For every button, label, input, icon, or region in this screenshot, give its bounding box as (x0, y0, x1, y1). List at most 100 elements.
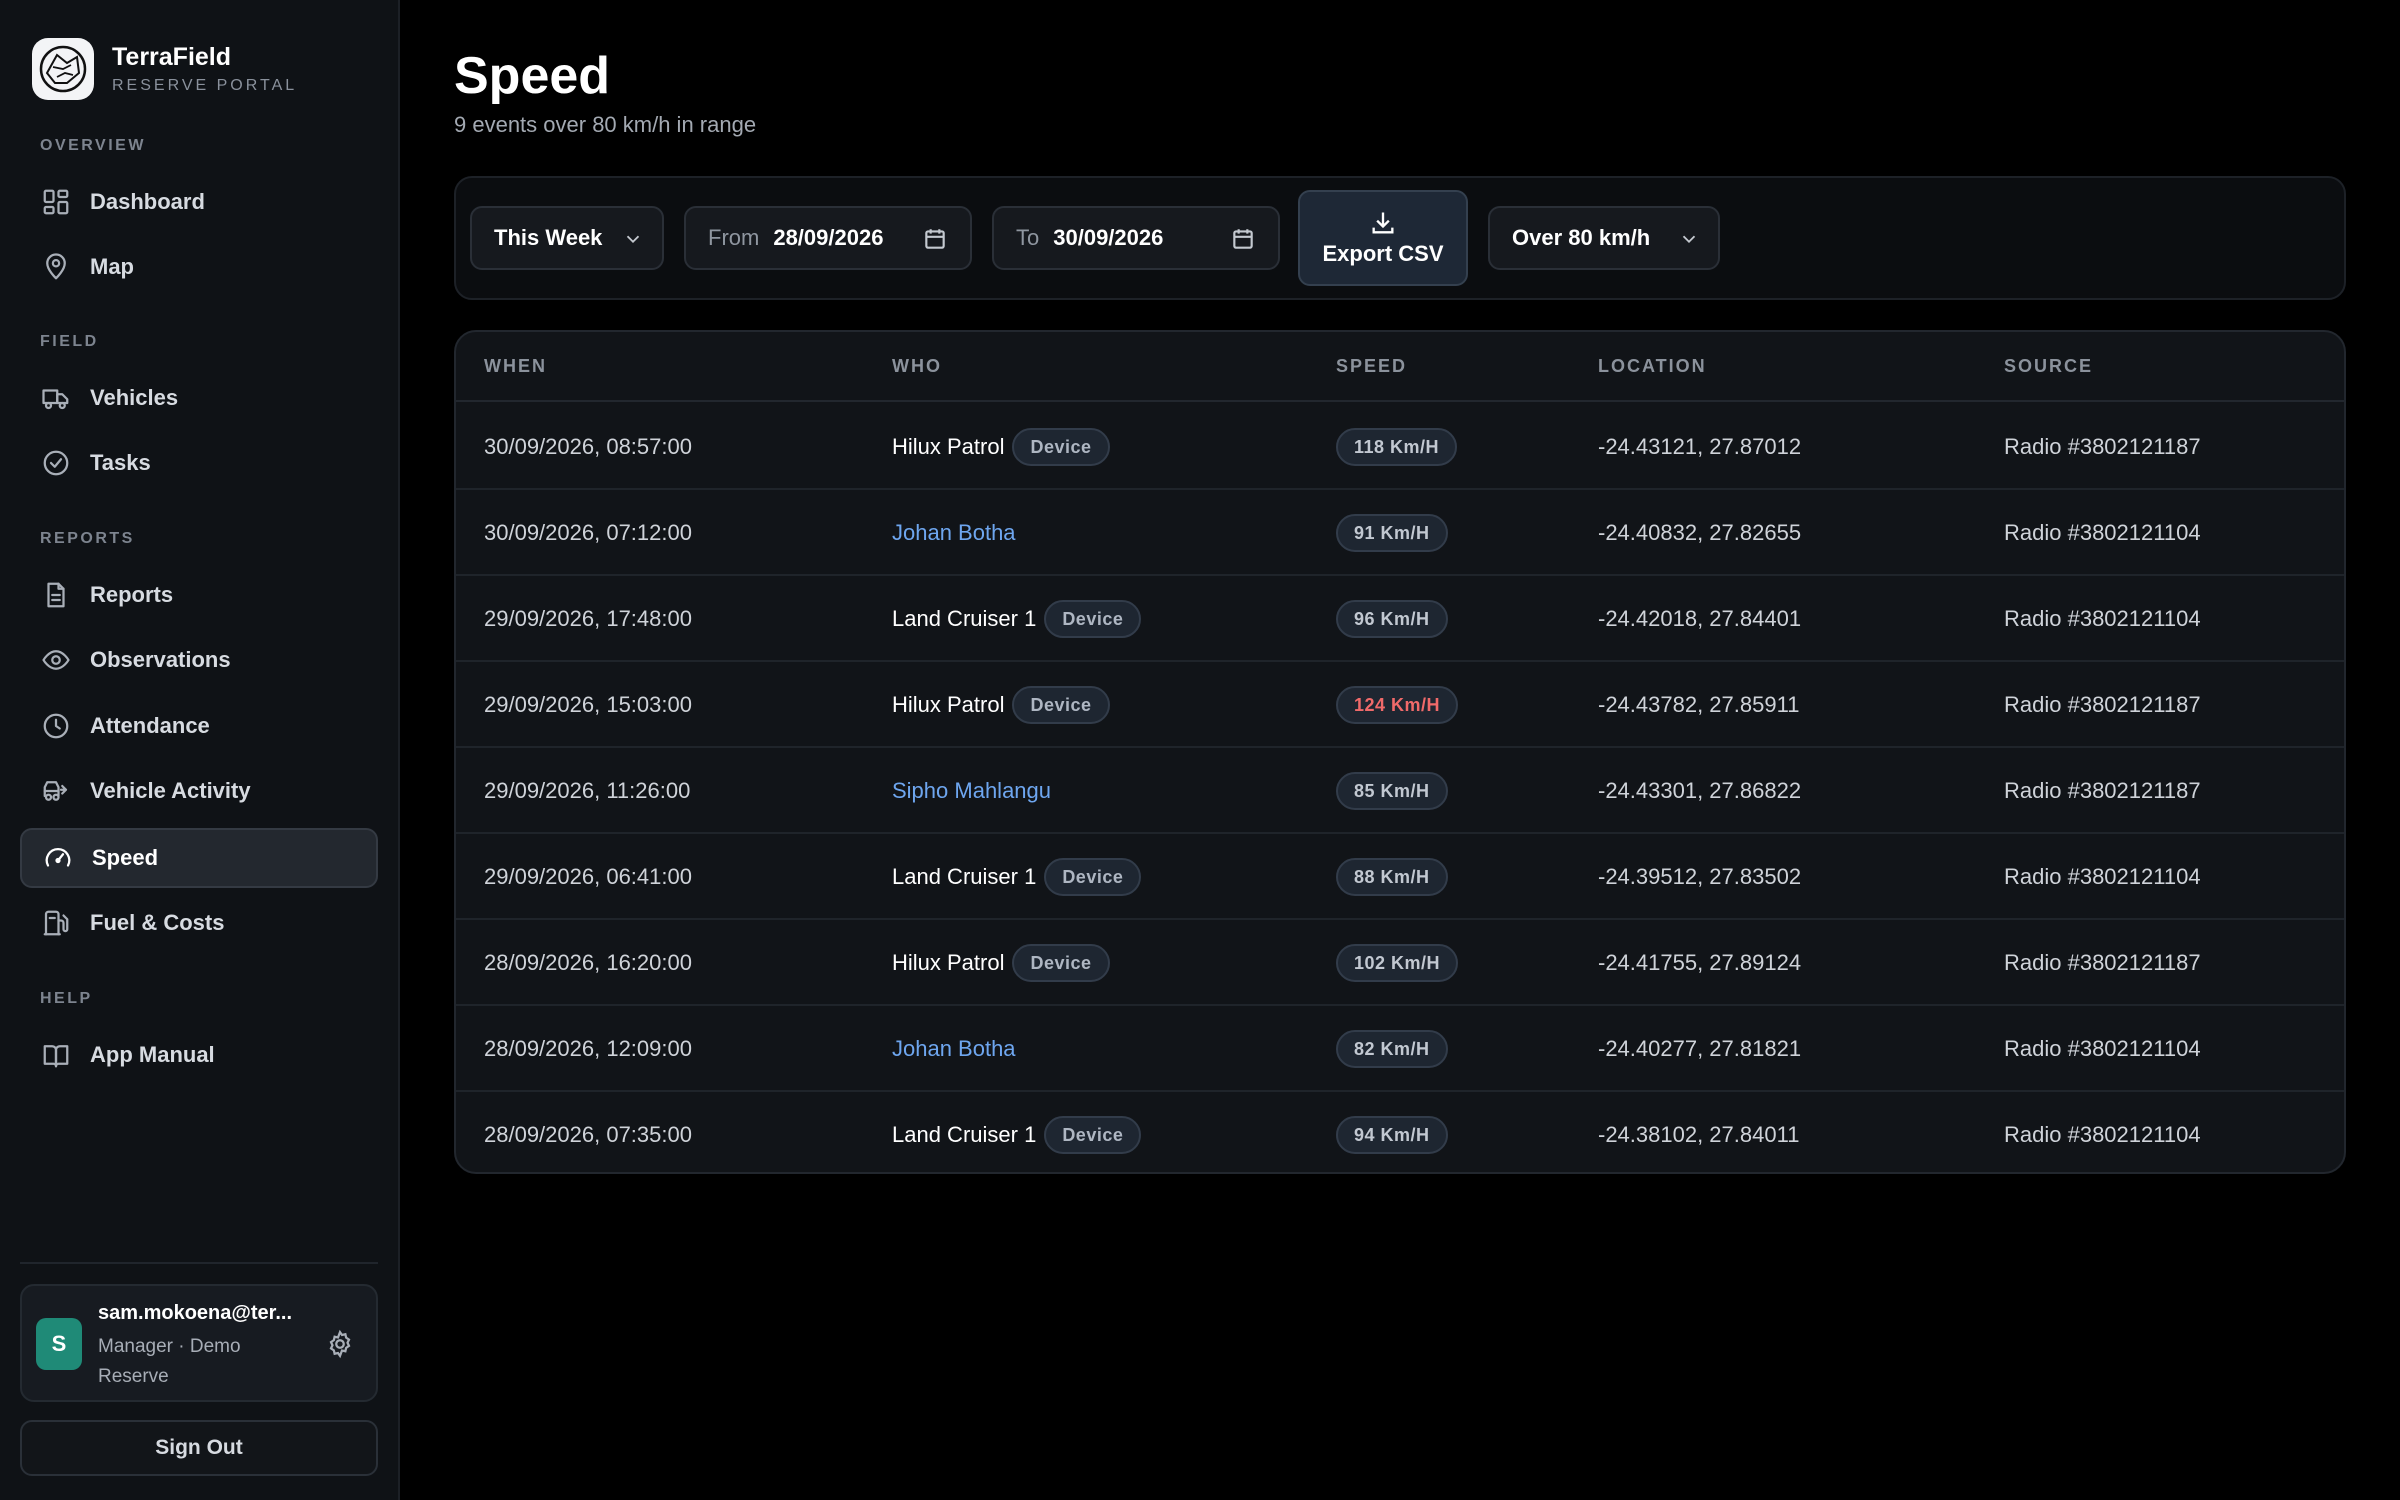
speed-threshold-select[interactable]: Over 80 km/h (1488, 206, 1720, 270)
to-date-value: 30/09/2026 (1053, 225, 1164, 250)
speedometer-icon (42, 842, 74, 874)
device-badge: Device (1012, 686, 1110, 724)
sidebar-item-reports[interactable]: Reports (20, 565, 378, 625)
calendar-icon[interactable] (922, 226, 948, 252)
cell-when: 29/09/2026, 17:48:00 (484, 606, 692, 631)
from-date-value: 28/09/2026 (773, 225, 884, 250)
table-row[interactable]: 28/09/2026, 07:35:00 Land Cruiser 1 Device… (456, 1092, 2344, 1172)
device-badge: Device (1044, 600, 1142, 638)
cell-source: Radio #3802121104 (2004, 864, 2201, 889)
speed-badge: 85 Km/H (1336, 772, 1448, 810)
person-link[interactable]: Johan Botha (892, 1036, 1016, 1062)
settings-button[interactable] (324, 1328, 356, 1360)
sidebar-item-attendance[interactable]: Attendance (20, 696, 378, 756)
cell-who: Land Cruiser 1 Device (892, 1092, 1142, 1172)
cell-when: 29/09/2026, 11:26:00 (484, 778, 691, 803)
cell-location: -24.40277, 27.81821 (1598, 1036, 1802, 1061)
from-date-input[interactable]: From 28/09/2026 (684, 206, 972, 270)
sidebar-item-observations[interactable]: Observations (20, 630, 378, 690)
sidebar-item-vehicles[interactable]: Vehicles (20, 368, 378, 428)
nav-section-reports: REPORTS (40, 530, 135, 547)
nav-section-overview: OVERVIEW (40, 137, 146, 154)
cell-source: Radio #3802121104 (2004, 606, 2201, 631)
device-badge: Device (1044, 858, 1142, 896)
vehicle-name: Hilux Patrol (892, 950, 1005, 975)
sidebar-item-app-manual[interactable]: App Manual (20, 1025, 378, 1085)
table-row[interactable]: 29/09/2026, 15:03:00 Hilux Patrol Device 12… (456, 662, 2344, 748)
fuel-icon (40, 907, 72, 939)
truck-icon (40, 382, 72, 414)
cell-source: Radio #3802121187 (2004, 692, 2201, 717)
page-title: Speed (454, 47, 611, 105)
cell-who: Hilux Patrol Device (892, 662, 1110, 748)
speed-badge: 124 Km/H (1336, 686, 1459, 724)
sidebar-item-label: Vehicles (90, 385, 179, 410)
table-row[interactable]: 28/09/2026, 16:20:00 Hilux Patrol Device 10… (456, 920, 2344, 1006)
cell-when: 30/09/2026, 08:57:00 (484, 434, 692, 459)
vehicle-name: Hilux Patrol (892, 692, 1005, 717)
sidebar-item-vehicle-activity[interactable]: Vehicle Activity (20, 761, 378, 821)
cell-location: -24.39512, 27.83502 (1598, 864, 1802, 889)
column-header-who[interactable]: WHO (892, 356, 942, 377)
vehicle-name: Hilux Patrol (892, 434, 1005, 459)
cell-when: 28/09/2026, 07:35:00 (484, 1122, 692, 1147)
sidebar-item-dashboard[interactable]: Dashboard (20, 172, 378, 232)
chevron-down-icon (1678, 228, 1700, 250)
book-icon (40, 1039, 72, 1071)
cell-speed: 96 Km/H (1336, 576, 1448, 662)
period-select[interactable]: This Week (470, 206, 664, 270)
cell-speed: 82 Km/H (1336, 1006, 1448, 1092)
cell-source: Radio #3802121104 (2004, 1036, 2201, 1061)
sidebar-item-tasks[interactable]: Tasks (20, 433, 378, 493)
sidebar-item-label: Vehicle Activity (90, 778, 251, 803)
to-label: To (1016, 225, 1040, 250)
table-row[interactable]: 29/09/2026, 17:48:00 Land Cruiser 1 Device… (456, 576, 2344, 662)
sidebar-item-label: Map (90, 254, 134, 279)
table-row[interactable]: 29/09/2026, 11:26:00 Sipho Mahlangu 85 Km/… (456, 748, 2344, 834)
person-link[interactable]: Sipho Mahlangu (892, 778, 1051, 804)
table-row[interactable]: 28/09/2026, 12:09:00 Johan Botha 82 Km/H -2… (456, 1006, 2344, 1092)
eye-icon (40, 644, 72, 676)
sidebar-item-speed[interactable]: Speed (20, 828, 378, 888)
speed-events-table: WHEN WHO SPEED LOCATION SOURCE 30/09/202… (454, 330, 2346, 1174)
export-csv-button[interactable]: Export CSV (1298, 190, 1468, 286)
table-row[interactable]: 30/09/2026, 08:57:00 Hilux Patrol Device 11… (456, 404, 2344, 490)
cell-who: Land Cruiser 1 Device (892, 834, 1142, 920)
cell-location: -24.43121, 27.87012 (1598, 434, 1802, 459)
nav-section-field: FIELD (40, 333, 99, 350)
cell-speed: 85 Km/H (1336, 748, 1448, 834)
column-header-when[interactable]: WHEN (484, 356, 547, 377)
cell-when: 28/09/2026, 16:20:00 (484, 950, 692, 975)
brand[interactable]: TerraField RESERVE PORTAL (32, 38, 297, 100)
cell-who: Johan Botha (892, 1006, 1016, 1092)
cell-speed: 124 Km/H (1336, 662, 1459, 748)
speed-badge: 94 Km/H (1336, 1116, 1448, 1154)
cell-speed: 88 Km/H (1336, 834, 1448, 920)
sidebar-item-map[interactable]: Map (20, 237, 378, 297)
to-date-input[interactable]: To 30/09/2026 (992, 206, 1280, 270)
speed-badge: 88 Km/H (1336, 858, 1448, 896)
vehicle-name: Land Cruiser 1 (892, 864, 1037, 889)
calendar-icon[interactable] (1230, 226, 1256, 252)
table-header: WHEN WHO SPEED LOCATION SOURCE (456, 332, 2344, 402)
document-icon (40, 579, 72, 611)
column-header-location[interactable]: LOCATION (1598, 356, 1707, 377)
cell-who: Sipho Mahlangu (892, 748, 1051, 834)
device-badge: Device (1044, 1116, 1142, 1154)
avatar[interactable]: S (36, 1318, 82, 1370)
table-row[interactable]: 30/09/2026, 07:12:00 Johan Botha 91 Km/H -2… (456, 490, 2344, 576)
export-csv-label: Export CSV (1322, 241, 1444, 266)
vehicle-name: Land Cruiser 1 (892, 606, 1037, 631)
sidebar-divider (20, 1262, 378, 1264)
person-link[interactable]: Johan Botha (892, 520, 1016, 546)
cell-source: Radio #3802121187 (2004, 778, 2201, 803)
speed-badge: 102 Km/H (1336, 944, 1459, 982)
table-row[interactable]: 29/09/2026, 06:41:00 Land Cruiser 1 Device… (456, 834, 2344, 920)
cell-location: -24.40832, 27.82655 (1598, 520, 1802, 545)
column-header-speed[interactable]: SPEED (1336, 356, 1407, 377)
sign-out-button[interactable]: Sign Out (20, 1420, 378, 1476)
user-email: sam.mokoena@ter... (98, 1302, 293, 1324)
sidebar-item-fuel-costs[interactable]: Fuel & Costs (20, 893, 378, 953)
column-header-source[interactable]: SOURCE (2004, 356, 2093, 377)
device-badge: Device (1012, 944, 1110, 982)
